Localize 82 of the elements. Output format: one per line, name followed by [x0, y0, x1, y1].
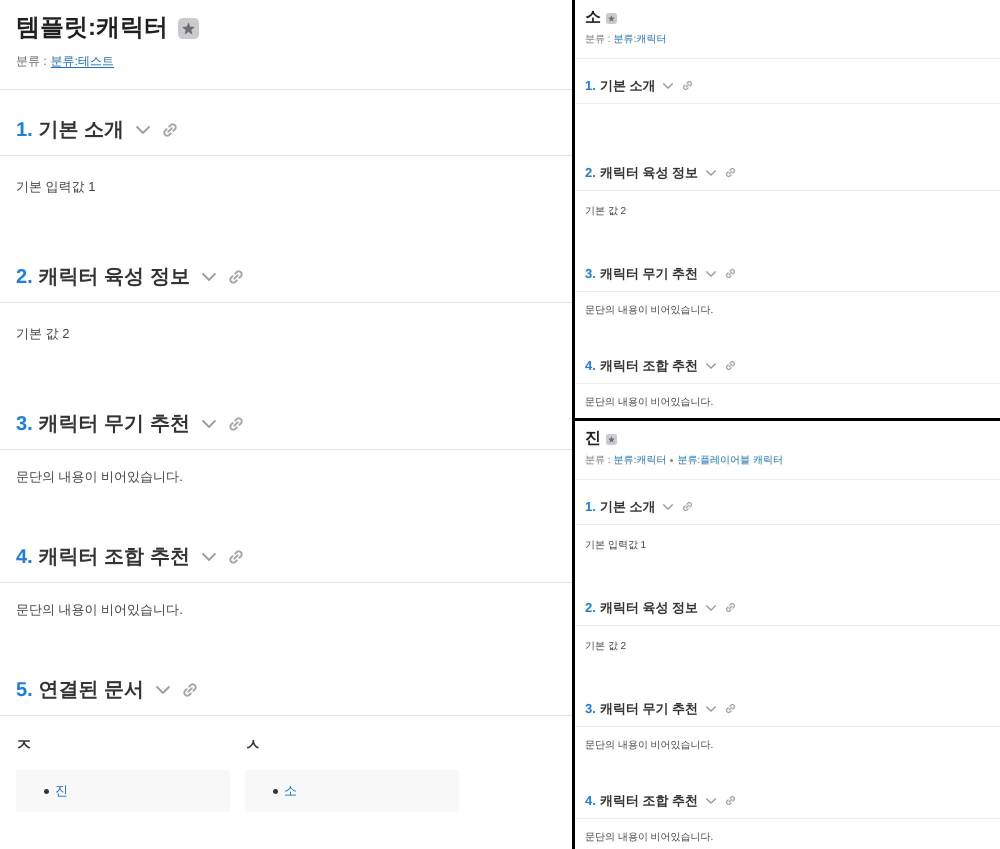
chevron-down-icon[interactable] — [156, 686, 170, 694]
section-number[interactable]: 1. — [585, 77, 596, 94]
section-body-text: 기본 값 2 — [585, 640, 628, 654]
section-title: 캐릭터 육성 정보 — [600, 164, 698, 181]
chevron-down-icon[interactable] — [706, 362, 716, 368]
link-icon[interactable] — [182, 682, 198, 698]
category-link[interactable]: 분류:플레이어블 캐릭터 — [677, 454, 783, 467]
section-number[interactable]: 2. — [585, 164, 596, 181]
link-icon[interactable] — [228, 416, 244, 432]
link-icon[interactable] — [725, 167, 736, 178]
section-title: 기본 소개 — [600, 77, 656, 94]
link-icon[interactable] — [228, 269, 244, 285]
section-body-text: 기본 입력값 1 — [585, 539, 648, 553]
section-title: 기본 소개 — [38, 118, 124, 143]
document-link[interactable]: 소 — [284, 782, 297, 800]
category-label: 분류 : — [16, 53, 47, 69]
page-title: 소 — [585, 8, 601, 28]
link-icon[interactable] — [162, 122, 178, 138]
section-title: 캐릭터 무기 추천 — [600, 700, 698, 717]
chevron-down-icon[interactable] — [706, 706, 716, 712]
group-heading: ㅅ — [245, 736, 262, 756]
link-icon[interactable] — [725, 703, 736, 714]
section-number[interactable]: 3. — [585, 700, 596, 717]
chevron-down-icon[interactable] — [706, 170, 716, 176]
section-title: 캐릭터 조합 추천 — [600, 357, 698, 374]
section-title: 캐릭터 조합 추천 — [600, 792, 698, 809]
section-number[interactable]: 4. — [16, 544, 33, 570]
chevron-down-icon[interactable] — [663, 504, 674, 510]
empty-section-notice: 문단의 내용이 비어있습니다. — [585, 739, 714, 753]
section-title: 캐릭터 조합 추천 — [38, 545, 190, 570]
category-label: 분류 : — [585, 454, 611, 467]
section-body-text: 기본 입력값 1 — [16, 178, 96, 196]
page-title: 진 — [585, 429, 601, 449]
bullet-icon — [273, 788, 278, 794]
empty-section-notice: 문단의 내용이 비어있습니다. — [16, 601, 184, 619]
section-number[interactable]: 1. — [585, 498, 596, 515]
separator-dot-icon — [670, 459, 674, 462]
chevron-down-icon[interactable] — [706, 798, 716, 804]
section-number[interactable]: 2. — [16, 264, 33, 290]
link-icon[interactable] — [725, 360, 736, 371]
link-icon[interactable] — [228, 549, 244, 565]
chevron-down-icon[interactable] — [202, 553, 216, 561]
document-link[interactable]: 진 — [55, 782, 68, 800]
section-title: 연결된 문서 — [38, 678, 144, 703]
section-number[interactable]: 4. — [585, 792, 596, 809]
section-number[interactable]: 3. — [16, 411, 33, 437]
section-title: 캐릭터 무기 추천 — [38, 412, 190, 437]
chevron-down-icon[interactable] — [706, 270, 716, 276]
empty-section-notice: 문단의 내용이 비어있습니다. — [585, 304, 714, 318]
empty-section-notice: 문단의 내용이 비어있습니다. — [585, 831, 714, 845]
category-label: 분류 : — [585, 33, 611, 46]
section-body-text: 기본 값 2 — [585, 205, 628, 219]
section-number[interactable]: 5. — [16, 677, 33, 703]
section-number[interactable]: 4. — [585, 357, 596, 374]
section-title: 캐릭터 육성 정보 — [38, 265, 190, 290]
chevron-down-icon[interactable] — [202, 273, 216, 281]
section-body-text: 기본 값 2 — [16, 325, 70, 343]
link-icon[interactable] — [682, 80, 694, 91]
section-number[interactable]: 1. — [16, 117, 33, 143]
empty-section-notice: 문단의 내용이 비어있습니다. — [585, 396, 714, 410]
link-icon[interactable] — [725, 268, 736, 279]
section-number[interactable]: 3. — [585, 265, 596, 282]
bullet-icon — [44, 788, 49, 794]
section-number[interactable]: 2. — [585, 599, 596, 616]
section-title: 캐릭터 육성 정보 — [600, 599, 698, 616]
link-icon[interactable] — [725, 795, 736, 806]
category-link[interactable]: 분류:캐릭터 — [614, 454, 666, 467]
page-title: 템플릿:캐릭터 — [16, 13, 168, 43]
category-link[interactable]: 분류:테스트 — [50, 53, 114, 69]
chevron-down-icon[interactable] — [706, 604, 716, 610]
link-icon[interactable] — [682, 501, 694, 512]
link-icon[interactable] — [725, 602, 736, 613]
star-icon[interactable] — [606, 12, 617, 24]
star-icon[interactable] — [606, 434, 617, 444]
chevron-down-icon[interactable] — [202, 420, 216, 428]
chevron-down-icon[interactable] — [663, 82, 674, 88]
empty-section-notice: 문단의 내용이 비어있습니다. — [16, 468, 184, 486]
category-link[interactable]: 분류:캐릭터 — [614, 33, 666, 46]
section-title: 기본 소개 — [600, 498, 656, 515]
chevron-down-icon[interactable] — [136, 126, 150, 134]
section-title: 캐릭터 무기 추천 — [600, 265, 698, 282]
group-heading: ㅈ — [16, 736, 33, 756]
